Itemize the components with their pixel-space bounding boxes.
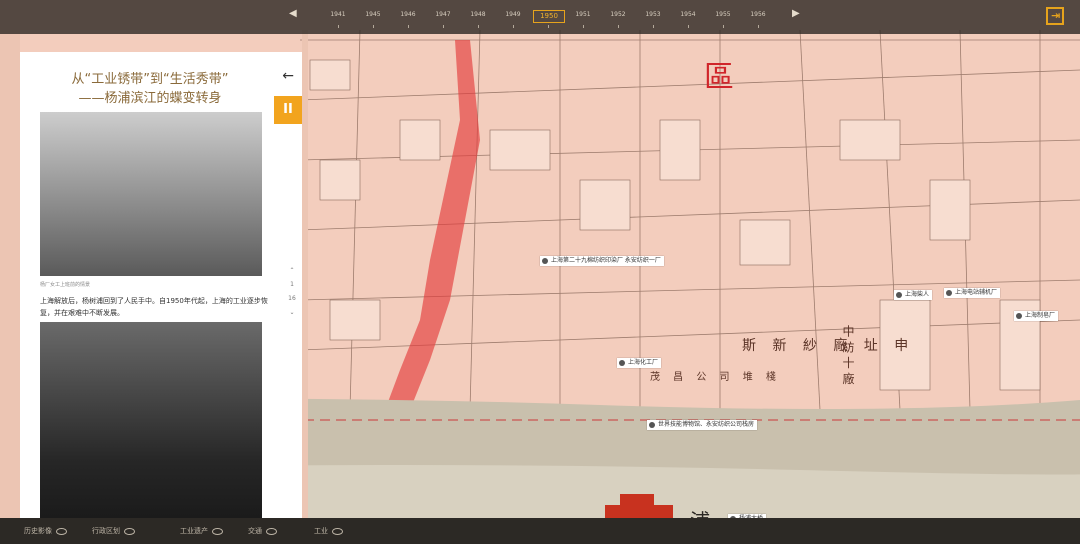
arrow-left-icon[interactable]: ← [282,68,294,84]
page-indicator: ⌃ 1 16 ⌄ [282,264,302,320]
panel-title: 从“工业锈带”到“生活秀带” ——杨浦滨江的蝶变转身 [71,72,229,106]
district-map-mark: 區 [704,60,734,95]
pause-icon[interactable]: II [274,96,302,124]
timeline-year[interactable]: 1952 [603,11,633,18]
timeline-year[interactable]: 1954 [673,11,703,18]
factory-label-textile10: 中 紡 十 廠 [841,325,855,385]
factory-icon [619,360,625,366]
map-label-skills-museum[interactable]: 世界技能博物馆、永安纺织公司栈房 [647,420,758,430]
photo-factory-workers [40,322,262,522]
factory-label-shenxin: 斯 新 紗 廠 址 申 [742,338,915,354]
eye-icon [266,527,277,535]
timeline-year[interactable]: 1941 [323,11,353,18]
story-paragraph: 上海解放后，杨树浦回到了人民手中。自1950年代起，上海的工业逐步恢复，并在艰难… [40,297,268,317]
chevron-down-icon[interactable]: ⌄ [282,306,302,320]
timeline-year[interactable]: 1955 [708,11,738,18]
timeline-year[interactable]: 1951 [568,11,598,18]
timeline-tick [548,25,549,28]
timeline-bar: ◀ ▶ 1941 1945 1946 1947 1948 1949 1950 1951 1952… [0,0,1080,34]
exit-icon[interactable]: ⇥ [1046,7,1064,25]
map-label-power-aux[interactable]: 上海电站辅机厂 [944,288,1001,298]
map-label-chaijun[interactable]: 上海柴人 [894,290,933,300]
map-label-textile29[interactable]: 上海第二十九棉纺织印染厂 永安纺织一厂 [540,256,664,266]
timeline-year[interactable]: 1947 [428,11,458,18]
photo-caption: 杨厂女工上班前的情景 [40,282,91,288]
timeline-year[interactable]: 1945 [358,11,388,18]
factory-icon [946,290,952,296]
timeline-year[interactable]: 1950 [533,10,565,23]
eye-icon [124,527,135,535]
factory-icon [1016,313,1022,319]
chevron-left-icon[interactable]: ◀ [289,8,297,19]
timeline-tick [583,25,584,28]
factory-icon [649,422,655,428]
layer-toggle-transport[interactable]: 交通 [248,526,277,536]
timeline-tick [513,25,514,28]
chevron-right-icon[interactable]: ▶ [792,8,800,19]
timeline-tick [373,25,374,28]
layer-toggle-heritage[interactable]: 工业遗产 [180,526,223,536]
timeline-tick [723,25,724,28]
timeline-year[interactable]: 1946 [393,11,423,18]
eye-icon [56,527,67,535]
timeline-tick [688,25,689,28]
photo-women-workers [40,112,262,276]
factory-icon [542,258,548,264]
timeline-tick [338,25,339,28]
story-panel: 从“工业锈带”到“生活秀带” ——杨浦滨江的蝶变转身 ← 杨厂女工上班前的情景 … [20,52,302,522]
layer-toggle-industry[interactable]: 工业 [314,526,343,536]
timeline-tick [443,25,444,28]
eye-icon [212,527,223,535]
timeline-year[interactable]: 1948 [463,11,493,18]
layer-toggle-districts[interactable]: 行政区划 [92,526,135,536]
timeline-tick [653,25,654,28]
timeline-tick [618,25,619,28]
factory-icon [896,292,902,298]
timeline-year[interactable]: 1953 [638,11,668,18]
timeline-tick [408,25,409,28]
factory-label-maochang: 茂 昌 公 司 堆 棧 [650,372,781,383]
layer-toggle-history[interactable]: 历史影像 [24,526,67,536]
timeline-tick [478,25,479,28]
eye-icon [332,527,343,535]
map-label-chemical[interactable]: 上海化工厂 [617,358,662,368]
chevron-up-icon[interactable]: ⌃ [282,264,302,278]
timeline-tick [758,25,759,28]
timeline-year[interactable]: 1956 [743,11,773,18]
map-label-soap[interactable]: 上海制皂厂 [1014,311,1059,321]
timeline-year[interactable]: 1949 [498,11,528,18]
layer-toolbar: 历史影像 行政区划 工业遗产 交通 工业 [0,518,1080,544]
